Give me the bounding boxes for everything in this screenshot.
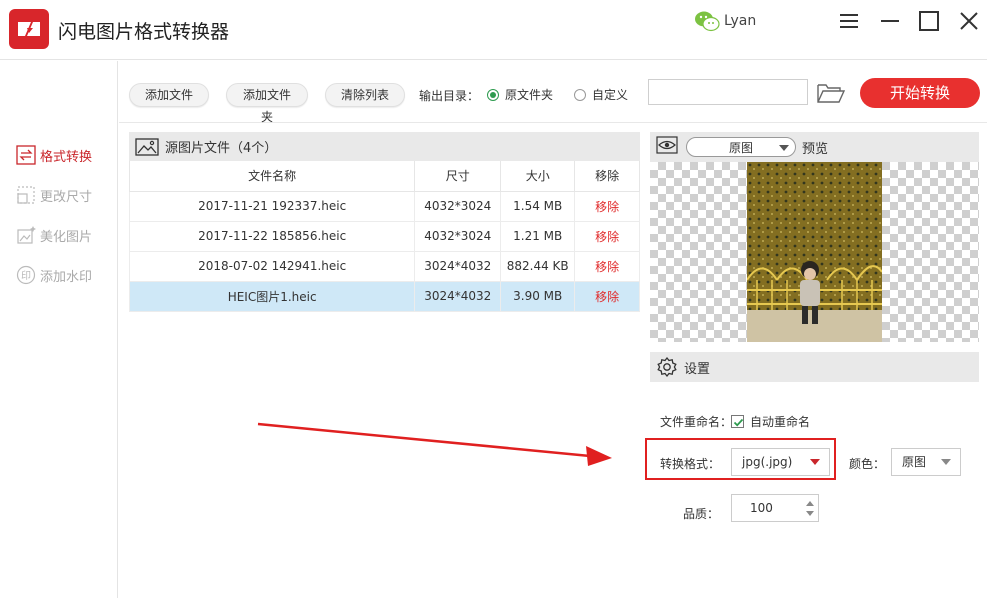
user-name: Lyan [724,13,757,29]
sidebar-item-format-convert[interactable]: 格式转换 [16,143,92,167]
eye-icon[interactable] [656,136,678,158]
folder-open-icon[interactable] [816,81,846,105]
color-label: 颜色： [849,457,886,471]
quality-value: 100 [750,501,773,515]
sidebar: 格式转换 更改尺寸 美化图片 印 添加水印 [0,61,118,598]
auto-rename-label: 自动重命名 [750,415,811,429]
file-dimensions: 3024*4032 [414,281,502,312]
file-dimensions: 4032*3024 [414,191,502,222]
clear-list-button[interactable]: 清除列表 [325,83,405,107]
settings-header: 设置 [650,352,979,382]
auto-rename-checkbox[interactable]: 自动重命名 [731,413,810,430]
table-row[interactable]: 2017-11-22 185856.heic 4032*3024 1.21 MB… [128,221,640,252]
output-dir-label: 输出目录： [419,89,480,103]
checkbox-checked-icon [731,415,744,428]
red-arrow-annotation [257,422,612,466]
sidebar-item-beautify[interactable]: 美化图片 [16,223,92,247]
file-list-header: 源图片文件（4个） [129,132,640,161]
radio-label: 自定义 [592,88,629,102]
file-name: 2017-11-21 192337.heic [128,191,416,222]
svg-text:印: 印 [21,270,31,282]
radio-custom-folder[interactable]: 自定义 [574,86,628,103]
color-select[interactable]: 原图 [891,448,961,476]
minimize-icon[interactable] [879,10,901,32]
resize-icon [16,185,36,205]
close-icon[interactable] [958,10,980,32]
title-bar: 闪电图片格式转换器 Lyan [0,0,987,60]
preview-image [747,162,882,342]
watermark-icon: 印 [16,265,36,285]
file-size: 3.90 MB [500,281,576,312]
preview-mode-select[interactable]: 原图 [686,137,796,157]
preview-mode-value: 原图 [728,140,753,155]
remove-link[interactable]: 移除 [574,251,640,282]
column-header-name[interactable]: 文件名称 [128,161,416,192]
output-path-input[interactable] [648,79,808,105]
table-header-row: 文件名称 尺寸 大小 移除 [128,161,640,192]
gear-icon [656,356,678,378]
remove-link[interactable]: 移除 [574,191,640,222]
sidebar-item-label: 添加水印 [40,269,93,285]
toolbar: 添加文件 添加文件夹 清除列表 输出目录： 原文件夹 自定义 开始转换 [119,61,987,124]
sidebar-item-label: 美化图片 [40,229,93,245]
format-select[interactable]: jpg(.jpg) [731,448,830,476]
file-size: 1.21 MB [500,221,576,252]
chevron-down-icon [810,459,820,465]
radio-original-folder[interactable]: 原文件夹 [487,86,553,103]
preview-header: 原图 预览 [650,132,979,162]
app-logo-icon [9,9,49,49]
radio-label: 原文件夹 [505,88,554,102]
table-row[interactable]: 2018-07-02 142941.heic 3024*4032 882.44 … [128,251,640,282]
chevron-down-icon [941,459,951,465]
file-table: 文件名称 尺寸 大小 移除 2017-11-21 192337.heic 403… [128,161,640,312]
user-account[interactable]: Lyan [694,8,756,34]
column-header-size[interactable]: 大小 [500,161,576,192]
app-title: 闪电图片格式转换器 [58,21,230,43]
file-list-title: 源图片文件（4个） [165,141,278,156]
beautify-icon [16,225,36,245]
preview-canvas [650,162,979,342]
file-size: 1.54 MB [500,191,576,222]
maximize-icon[interactable] [918,10,940,32]
quality-stepper[interactable]: 100 [731,494,819,522]
table-row-selected[interactable]: HEIC图片1.heic 3024*4032 3.90 MB 移除 [128,281,640,312]
column-header-dimensions[interactable]: 尺寸 [414,161,502,192]
settings-panel: 设置 文件重命名： 自动重命名 转换格式： jpg(.jpg) 颜色： 原图 品… [645,352,979,592]
radio-dot [574,88,586,101]
sidebar-item-watermark[interactable]: 印 添加水印 [16,263,92,287]
settings-title: 设置 [684,361,711,377]
format-label: 转换格式： [660,457,721,471]
stepper-up-icon[interactable] [806,501,814,506]
file-name: 2018-07-02 142941.heic [128,251,416,282]
chevron-down-icon [779,145,789,151]
image-icon [135,137,159,156]
preview-panel: 原图 预览 [650,132,979,342]
add-file-button[interactable]: 添加文件 [129,83,209,107]
file-dimensions: 4032*3024 [414,221,502,252]
color-value: 原图 [902,455,927,469]
rename-label: 文件重命名： [660,415,733,429]
file-name: 2017-11-22 185856.heic [128,221,416,252]
stepper-down-icon[interactable] [806,511,814,516]
radio-dot-selected [487,88,499,101]
table-row[interactable]: 2017-11-21 192337.heic 4032*3024 1.54 MB… [128,191,640,222]
column-header-remove: 移除 [574,161,640,192]
sidebar-item-label: 更改尺寸 [40,189,93,205]
swap-icon [16,145,36,165]
start-convert-button[interactable]: 开始转换 [860,78,980,108]
remove-link[interactable]: 移除 [574,281,640,312]
add-folder-button[interactable]: 添加文件夹 [226,83,308,124]
sidebar-item-label: 格式转换 [40,149,93,165]
wechat-icon [694,9,720,33]
preview-label: 预览 [802,141,829,157]
sidebar-item-resize[interactable]: 更改尺寸 [16,183,92,207]
file-dimensions: 3024*4032 [414,251,502,282]
file-list-panel: 源图片文件（4个） 文件名称 尺寸 大小 移除 2017-11-21 19233… [128,132,640,592]
file-name: HEIC图片1.heic [128,281,416,312]
quality-label: 品质： [683,507,720,521]
menu-icon[interactable] [838,10,860,32]
file-size: 882.44 KB [500,251,576,282]
remove-link[interactable]: 移除 [574,221,640,252]
format-value: jpg(.jpg) [742,455,793,469]
